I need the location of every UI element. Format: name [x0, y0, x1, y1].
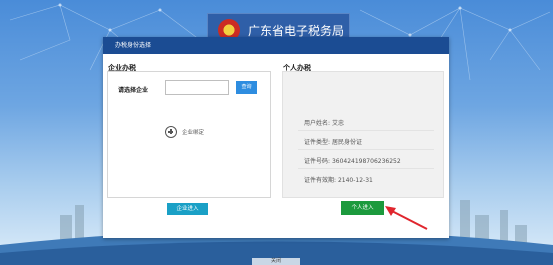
- id-number-label: 证件号码:: [304, 158, 331, 165]
- divider: [298, 168, 434, 169]
- divider: [298, 149, 434, 150]
- select-enterprise-label: 请选择企业: [118, 87, 149, 94]
- close-button[interactable]: 关闭: [252, 258, 300, 265]
- enterprise-enter-button[interactable]: 企业进入: [167, 203, 208, 215]
- id-number-value: 360424198706236252: [331, 158, 401, 165]
- id-type-label: 证件类型:: [304, 139, 331, 146]
- id-type-row: 证件类型: 居民身份证: [304, 137, 362, 146]
- personal-panel: 用户姓名: 艾忠 证件类型: 居民身份证 证件号码: 3604241987062…: [282, 71, 444, 198]
- dialog-title: 办税身份选择: [103, 37, 449, 54]
- user-name-row: 用户姓名: 艾忠: [304, 118, 344, 127]
- personal-enter-button[interactable]: 个人进入: [341, 201, 384, 215]
- enterprise-input[interactable]: [165, 80, 229, 95]
- id-number-row: 证件号码: 360424198706236252: [304, 156, 401, 165]
- divider: [298, 130, 434, 131]
- identity-select-dialog: 办税身份选择 企业办税 个人办税 请选择企业 查询 企业绑定 用户姓名: 艾忠 …: [103, 37, 449, 238]
- id-expiry-value: 2140-12-31: [337, 177, 373, 184]
- user-name-value: 艾忠: [331, 120, 344, 127]
- id-type-value: 居民身份证: [331, 139, 362, 146]
- user-name-label: 用户姓名:: [304, 120, 331, 127]
- search-button[interactable]: 查询: [236, 81, 257, 94]
- id-expiry-row: 证件有效期: 2140-12-31: [304, 175, 373, 184]
- bind-enterprise-link[interactable]: 企业绑定: [182, 128, 204, 136]
- add-circle-icon[interactable]: [165, 126, 177, 138]
- id-expiry-label: 证件有效期:: [304, 177, 337, 184]
- enterprise-panel: 请选择企业 查询 企业绑定: [107, 71, 271, 198]
